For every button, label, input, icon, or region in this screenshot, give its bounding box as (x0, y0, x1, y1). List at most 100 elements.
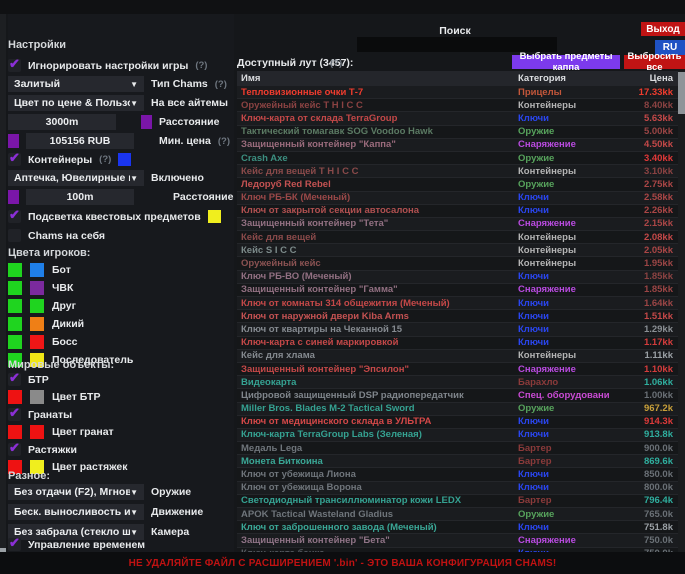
distance-input[interactable] (8, 114, 116, 130)
select-kappa-items-button[interactable]: Выбрать предметы каппа (512, 55, 620, 69)
table-row[interactable]: Кейс для вещей T H I C CКонтейнеры3.10kk (237, 165, 678, 178)
player-color-Босс-color-1-swatch[interactable] (8, 335, 22, 349)
table-row[interactable]: Ключ от квартиры на Чеканной 15Ключи1.29… (237, 323, 678, 336)
world-object-Цвет БТР-color-1-swatch[interactable] (8, 390, 22, 404)
misc-dropdown[interactable]: Беск. выносливость и нет уста▼ (8, 504, 144, 520)
table-row[interactable]: Ледоруб Red RebelОружие2.75kk (237, 178, 678, 191)
table-row[interactable]: Тактический томагавк SOG Voodoo HawkОруж… (237, 126, 678, 139)
help-icon[interactable]: (?) (215, 79, 227, 90)
loot-scrollbar[interactable] (678, 71, 685, 552)
table-row[interactable]: Защищенный контейнер "Эпсилон"Снаряжение… (237, 363, 678, 376)
table-row[interactable]: Ключ от убежища ЛионаКлючи850.0k (237, 468, 678, 481)
table-row[interactable]: Crash AxeОружие3.40kk (237, 152, 678, 165)
table-row[interactable]: Защищенный контейнер "Каппа"Снаряжение4.… (237, 139, 678, 152)
misc-dropdown[interactable]: Без отдачи (F2), Мгновенное п▼ (8, 484, 144, 500)
item-category: Оружие (518, 153, 610, 164)
table-row[interactable]: Светодиодный трансиллюминатор кожи LEDXБ… (237, 495, 678, 508)
checkbox-icon[interactable] (8, 210, 21, 223)
table-row[interactable]: Защищенный контейнер "Гамма"Снаряжение1.… (237, 284, 678, 297)
world-object-Растяжки[interactable]: Растяжки (8, 442, 230, 457)
table-row[interactable]: Miller Bros. Blades M-2 Tactical SwordОр… (237, 403, 678, 416)
world-object-БТР[interactable]: БТР (8, 372, 230, 387)
ignore-game-settings-checkbox[interactable]: Игнорировать настройки игры (?) (8, 59, 230, 72)
checkbox-icon[interactable] (8, 538, 21, 551)
containers-distance-input[interactable] (26, 189, 134, 205)
containers-checkbox[interactable]: Контейнеры (?) (8, 153, 230, 166)
min-price-color-swatch[interactable] (8, 134, 19, 148)
table-row[interactable]: Кейс S I C CКонтейнеры2.05kk (237, 244, 678, 257)
containers-color-swatch[interactable] (118, 153, 131, 166)
color-mode-dropdown[interactable]: Цвет по цене & Пользователь ▼ (8, 95, 144, 111)
checkbox-icon[interactable] (8, 408, 21, 421)
table-row[interactable]: Защищенный контейнер "Бета"Снаряжение750… (237, 534, 678, 547)
table-row[interactable]: Оружейный кейсКонтейнеры1.95kk (237, 257, 678, 270)
player-color-Дикий-color-2-swatch[interactable] (30, 317, 44, 331)
player-color-Босс-color-2-swatch[interactable] (30, 335, 44, 349)
table-row[interactable]: Ключ-карта TerraGroup Labs (Зеленая)Ключ… (237, 429, 678, 442)
table-row[interactable]: Ключ РБ-БК (Меченый)Ключи2.58kk (237, 192, 678, 205)
player-color-Бот-color-1-swatch[interactable] (8, 263, 22, 277)
table-row[interactable]: Защищенный контейнер "Тета"Снаряжение2.1… (237, 218, 678, 231)
table-row[interactable]: Ключ РБ-ВО (Меченый)Ключи1.85kk (237, 271, 678, 284)
table-row[interactable]: Цифровой защищенный DSP радиопередатчикС… (237, 389, 678, 402)
distance-color-swatch[interactable] (141, 115, 152, 129)
table-row[interactable]: Ключ-карта с синей маркировкойКлючи1.17k… (237, 337, 678, 350)
containers-distance-color-swatch[interactable] (8, 190, 19, 204)
item-name: Видеокарта (237, 377, 518, 388)
player-color-ЧВК-color-1-swatch[interactable] (8, 281, 22, 295)
table-row[interactable]: Ключ от наружной двери Kiba ArmsКлючи1.5… (237, 310, 678, 323)
help-icon[interactable]: (?) (218, 136, 230, 147)
help-icon[interactable]: (?) (99, 154, 111, 165)
min-price-input[interactable] (26, 133, 134, 149)
table-row[interactable]: Ключ от комнаты 314 общежития (Меченый)К… (237, 297, 678, 310)
table-row[interactable]: ВидеокартаБарахло1.06kk (237, 376, 678, 389)
table-row[interactable]: Кейс для вещейКонтейнеры2.08kk (237, 231, 678, 244)
color-mode-label: На все айтемы (151, 97, 228, 109)
column-header-name[interactable]: Имя (237, 73, 518, 84)
table-row[interactable]: Ключ от заброшенного завода (Меченый)Клю… (237, 521, 678, 534)
table-row[interactable]: APOK Tactical Wasteland GladiusОружие765… (237, 508, 678, 521)
table-row[interactable]: Кейс для хламаКонтейнеры1.11kk (237, 350, 678, 363)
table-row[interactable]: Медаль LegaБартер900.0k (237, 442, 678, 455)
distance-row: Расстояние (8, 114, 230, 130)
player-color-Бот-color-2-swatch[interactable] (30, 263, 44, 277)
checkbox-icon[interactable] (8, 373, 21, 386)
column-header-price[interactable]: Цена (610, 73, 678, 84)
table-row[interactable]: Тепловизионные очки Т-7Прицелы17.33kk (237, 86, 678, 99)
help-icon[interactable]: (?) (330, 58, 342, 69)
search-input[interactable] (357, 37, 557, 52)
containers-filter-dropdown[interactable]: Аптечка, Ювелирные и... ▼ (8, 170, 144, 186)
player-color-Друг-color-1-swatch[interactable] (8, 299, 22, 313)
checkbox-icon[interactable] (8, 59, 21, 72)
column-header-category[interactable]: Категория (518, 73, 610, 84)
table-row[interactable]: Монета БиткоинаБартер869.6k (237, 455, 678, 468)
sidebar-scrollbar[interactable] (0, 14, 6, 574)
item-price: 900.0k (610, 443, 678, 454)
world-object-Цвет гранат-color-1-swatch[interactable] (8, 425, 22, 439)
quest-color-swatch[interactable] (208, 210, 221, 223)
player-color-Дикий-color-1-swatch[interactable] (8, 317, 22, 331)
world-object-Цвет БТР-color-2-swatch[interactable] (30, 390, 44, 404)
table-row[interactable]: Ключ-карта от склада TerraGroupКлючи5.63… (237, 112, 678, 125)
checkbox-icon[interactable] (8, 153, 21, 166)
checkbox-icon[interactable] (8, 443, 21, 456)
world-object-Цвет гранат-color-2-swatch[interactable] (30, 425, 44, 439)
exit-button[interactable]: Выход (641, 22, 685, 36)
item-price: 2.58kk (610, 192, 678, 203)
time-control-checkbox[interactable]: Управление временем (8, 538, 230, 551)
table-row[interactable]: Ключ от медицинского склада в УЛЬТРАКлюч… (237, 416, 678, 429)
player-color-Друг-color-2-swatch[interactable] (30, 299, 44, 313)
help-icon[interactable]: (?) (195, 60, 207, 71)
checkbox-label: Контейнеры (28, 154, 92, 166)
quest-highlight-checkbox[interactable]: Подсветка квестовых предметов (8, 210, 230, 223)
table-row[interactable]: Оружейный кейс T H I C CКонтейнеры8.40kk (237, 99, 678, 112)
checkbox-icon[interactable] (8, 229, 21, 242)
player-color-ЧВК-color-2-swatch[interactable] (30, 281, 44, 295)
loot-scrollbar-thumb[interactable] (678, 72, 685, 114)
self-chams-checkbox[interactable]: Chams на себя (8, 229, 230, 242)
chams-type-dropdown[interactable]: Залитый ▼ (8, 76, 144, 92)
table-row[interactable]: Ключ от убежища ВоронаКлючи800.0k (237, 482, 678, 495)
table-row[interactable]: Ключ от закрытой секции автосалонаКлючи2… (237, 205, 678, 218)
drop-all-button[interactable]: Выбросить все (624, 55, 685, 69)
world-object-Гранаты[interactable]: Гранаты (8, 407, 230, 422)
